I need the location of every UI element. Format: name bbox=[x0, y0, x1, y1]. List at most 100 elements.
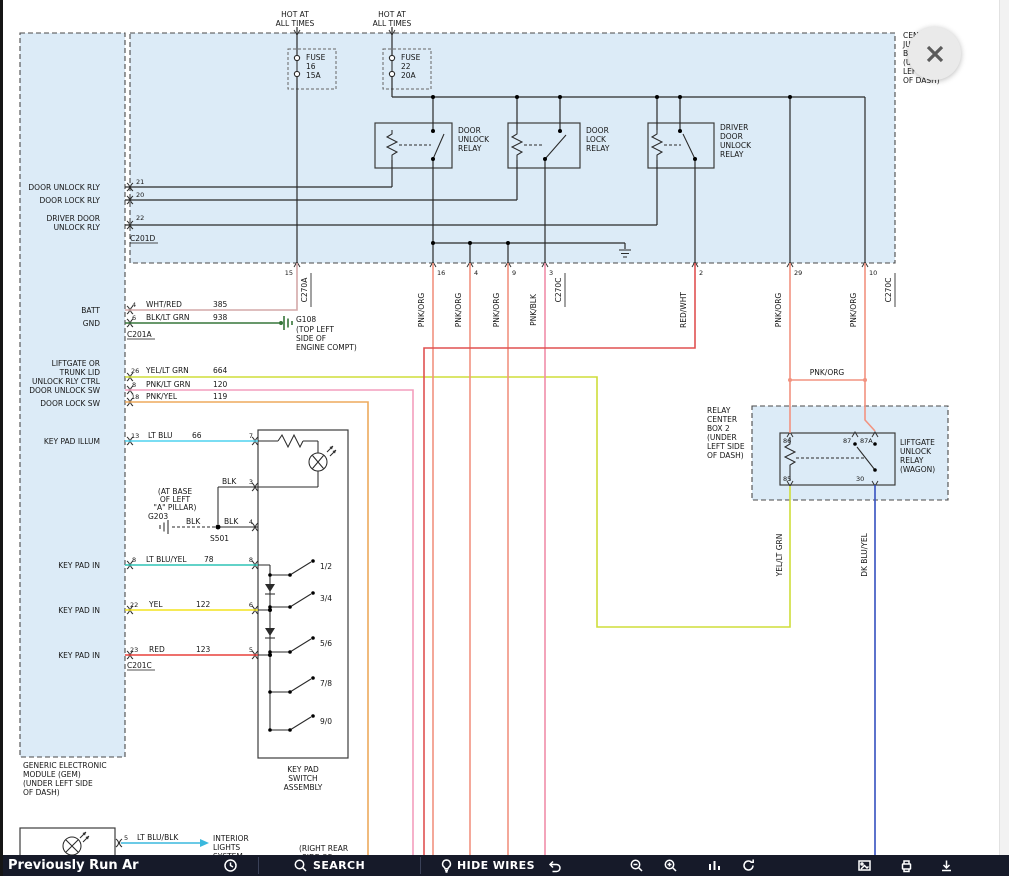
svg-text:5: 5 bbox=[249, 646, 253, 654]
zoom-in-button[interactable] bbox=[663, 858, 678, 873]
diode bbox=[265, 584, 275, 592]
wire-yel-ltgrn bbox=[125, 377, 790, 627]
image-button[interactable] bbox=[857, 858, 872, 873]
fuse22-label: FUSE bbox=[401, 53, 421, 62]
svg-text:23: 23 bbox=[130, 646, 138, 654]
ground-g203-label: G203 bbox=[148, 512, 168, 521]
svg-text:5/6: 5/6 bbox=[320, 639, 332, 648]
printer-icon bbox=[899, 858, 914, 873]
arrow-to-interior-lights bbox=[200, 839, 209, 847]
fuse16-label: FUSE bbox=[306, 53, 326, 62]
svg-text:664: 664 bbox=[213, 366, 228, 375]
svg-text:120: 120 bbox=[213, 380, 228, 389]
history-button[interactable] bbox=[223, 858, 238, 873]
svg-text:2: 2 bbox=[699, 269, 703, 277]
svg-text:(WAGON): (WAGON) bbox=[900, 465, 935, 474]
close-button[interactable] bbox=[908, 27, 961, 80]
svg-text:KEY PAD ILLUM: KEY PAD ILLUM bbox=[44, 437, 100, 446]
diode bbox=[265, 628, 275, 636]
svg-text:13: 13 bbox=[131, 432, 139, 440]
hide-wires-label[interactable]: HIDE WIRES bbox=[457, 859, 535, 872]
undo-icon bbox=[547, 858, 562, 873]
svg-text:LOCK: LOCK bbox=[586, 135, 607, 144]
svg-text:PNK/ORG: PNK/ORG bbox=[492, 293, 501, 328]
svg-text:7/8: 7/8 bbox=[320, 679, 332, 688]
svg-text:LIGHTS: LIGHTS bbox=[213, 843, 240, 852]
inline-connectors bbox=[116, 183, 258, 847]
svg-text:5: 5 bbox=[124, 834, 128, 842]
svg-text:KEY PAD IN: KEY PAD IN bbox=[58, 606, 100, 615]
search-icon bbox=[293, 858, 308, 873]
bottom-toolbar: Previously Run Ar SEARCH HIDE WIRES bbox=[0, 855, 1009, 876]
svg-text:YEL: YEL bbox=[148, 600, 163, 609]
svg-text:DRIVER DOOR: DRIVER DOOR bbox=[47, 214, 100, 223]
search-label[interactable]: SEARCH bbox=[313, 859, 365, 872]
svg-text:119: 119 bbox=[213, 392, 228, 401]
zoom-in-icon bbox=[663, 858, 678, 873]
svg-text:16: 16 bbox=[437, 269, 445, 277]
svg-text:YEL/LT GRN: YEL/LT GRN bbox=[145, 366, 189, 375]
svg-text:22: 22 bbox=[136, 214, 144, 222]
wire-pnk-yel bbox=[125, 402, 368, 858]
wire-pnk-ltgrn bbox=[125, 390, 413, 858]
splice-s501 bbox=[216, 525, 221, 530]
svg-text:122: 122 bbox=[196, 600, 211, 609]
svg-text:30: 30 bbox=[856, 475, 864, 483]
previously-run-label[interactable]: Previously Run Ar bbox=[8, 858, 139, 873]
svg-text:SIDE OF: SIDE OF bbox=[296, 334, 326, 343]
svg-text:22: 22 bbox=[401, 62, 411, 71]
hot-at-1: HOT AT bbox=[281, 10, 309, 19]
levels-button[interactable] bbox=[707, 858, 722, 873]
svg-text:DOOR LOCK SW: DOOR LOCK SW bbox=[40, 399, 100, 408]
svg-text:LT BLU/YEL: LT BLU/YEL bbox=[146, 555, 187, 564]
bulb-icon bbox=[439, 858, 454, 873]
svg-text:(UNDER LEFT SIDE: (UNDER LEFT SIDE bbox=[23, 779, 93, 788]
svg-text:UNLOCK RLY: UNLOCK RLY bbox=[54, 223, 101, 232]
door-unlock-relay-label: DOOR bbox=[458, 126, 481, 135]
svg-text:85: 85 bbox=[783, 475, 791, 483]
svg-text:BLK: BLK bbox=[224, 517, 239, 526]
svg-text:938: 938 bbox=[213, 313, 228, 322]
svg-text:BLK/LT GRN: BLK/LT GRN bbox=[146, 313, 190, 322]
svg-text:7: 7 bbox=[249, 432, 253, 440]
download-button[interactable] bbox=[939, 858, 954, 873]
bars-icon bbox=[707, 858, 722, 873]
svg-text:DOOR UNLOCK RLY: DOOR UNLOCK RLY bbox=[28, 183, 100, 192]
zoom-out-button[interactable] bbox=[629, 858, 644, 873]
scrollbar-track[interactable] bbox=[999, 0, 1009, 855]
svg-text:10: 10 bbox=[869, 269, 877, 277]
svg-text:OF DASH): OF DASH) bbox=[707, 451, 744, 460]
svg-text:78: 78 bbox=[204, 555, 214, 564]
svg-text:9: 9 bbox=[512, 269, 516, 277]
wiring-diagram: HOT ATALL TIMES HOT ATALL TIMES FUSE1615… bbox=[0, 0, 1009, 876]
svg-text:6: 6 bbox=[249, 601, 253, 609]
driver-door-unlock-relay-label: DRIVER bbox=[720, 123, 748, 132]
svg-text:KEY PAD IN: KEY PAD IN bbox=[58, 561, 100, 570]
svg-text:DOOR UNLOCK SW: DOOR UNLOCK SW bbox=[29, 386, 100, 395]
print-button[interactable] bbox=[899, 858, 914, 873]
svg-text:BLK: BLK bbox=[186, 517, 201, 526]
svg-text:TRUNK LID: TRUNK LID bbox=[59, 368, 101, 377]
svg-text:6: 6 bbox=[132, 314, 136, 322]
connector-c270c-2: C270C bbox=[884, 278, 893, 303]
svg-text:ASSEMBLY: ASSEMBLY bbox=[284, 783, 323, 792]
connector-c201a: C201A bbox=[127, 330, 153, 339]
undo-button[interactable] bbox=[547, 858, 562, 873]
svg-text:UNLOCK RLY CTRL: UNLOCK RLY CTRL bbox=[32, 377, 101, 386]
svg-text:22: 22 bbox=[130, 601, 138, 609]
svg-text:BOX 2: BOX 2 bbox=[707, 424, 730, 433]
hide-wires-button[interactable] bbox=[439, 858, 454, 873]
svg-text:20A: 20A bbox=[401, 71, 417, 80]
rotate-button[interactable] bbox=[741, 858, 756, 873]
svg-text:CENTER: CENTER bbox=[707, 415, 737, 424]
svg-text:RELAY: RELAY bbox=[720, 150, 744, 159]
svg-text:1/2: 1/2 bbox=[320, 562, 332, 571]
image-icon bbox=[857, 858, 872, 873]
svg-text:RELAY: RELAY bbox=[900, 456, 924, 465]
svg-text:66: 66 bbox=[192, 431, 202, 440]
ground-g108-label: G108 bbox=[296, 315, 316, 324]
window-left-edge bbox=[0, 0, 3, 876]
svg-text:(UNDER: (UNDER bbox=[707, 433, 737, 442]
search-button[interactable] bbox=[293, 858, 308, 873]
svg-text:9/0: 9/0 bbox=[320, 717, 332, 726]
